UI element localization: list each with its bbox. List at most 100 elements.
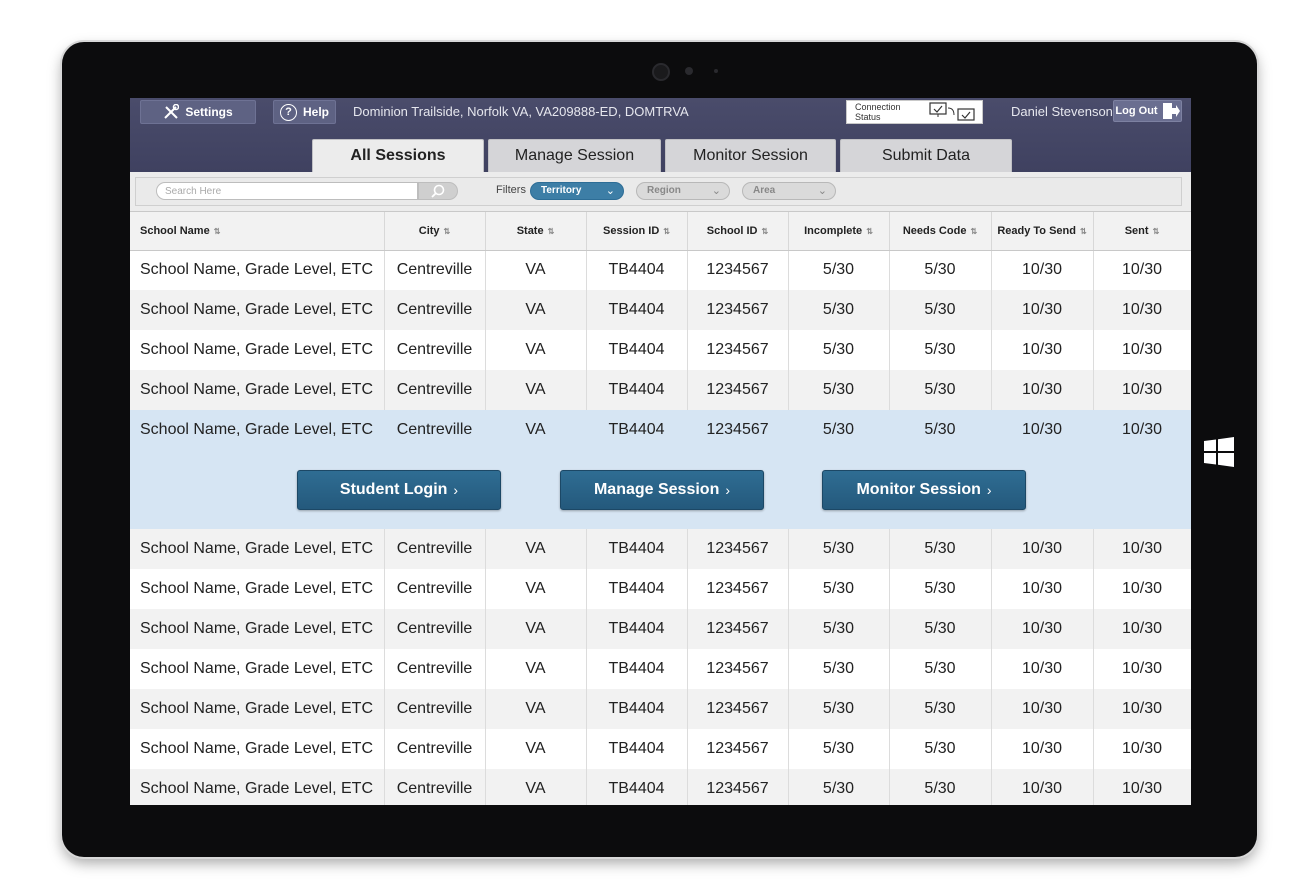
table-row[interactable]: School Name, Grade Level, ETC Centreville… — [130, 290, 1191, 330]
table-row[interactable]: School Name, Grade Level, ETC Centreville… — [130, 689, 1191, 729]
territory-dropdown[interactable]: Territory ⌄ — [530, 182, 624, 200]
cell-ready-to-send: 10/30 — [991, 330, 1094, 370]
cell-school-id: 1234567 — [687, 290, 789, 330]
sort-arrows-icon[interactable]: ⇅ — [970, 227, 977, 236]
cell-school-id: 1234567 — [687, 370, 789, 410]
column-header-label: State — [516, 224, 544, 237]
cell-session-id: TB4404 — [586, 729, 688, 769]
connection-status[interactable]: Connection Status — [846, 100, 983, 124]
cell-ready-to-send: 10/30 — [991, 250, 1094, 290]
cell-state: VA — [485, 609, 587, 649]
cell-needs-code: 5/30 — [889, 290, 992, 330]
cell-state: VA — [485, 769, 587, 805]
column-header-school-name[interactable]: School Name ⇅ — [130, 212, 385, 251]
cell-state: VA — [485, 649, 587, 689]
sort-arrows-icon[interactable]: ⇅ — [1080, 227, 1087, 236]
region-dropdown[interactable]: Region ⌄ — [636, 182, 730, 200]
cell-sent: 10/30 — [1093, 649, 1191, 689]
cell-city: Centreville — [384, 569, 486, 609]
tab-monitor-session[interactable]: Monitor Session — [665, 139, 836, 172]
cell-state: VA — [485, 250, 587, 290]
cell-city: Centreville — [384, 529, 486, 569]
manage-session-button[interactable]: Manage Session › — [560, 470, 764, 510]
table-row[interactable]: School Name, Grade Level, ETC Centreville… — [130, 250, 1191, 290]
search-input[interactable] — [156, 182, 418, 200]
cell-ready-to-send: 10/30 — [991, 290, 1094, 330]
tab-submit-data[interactable]: Submit Data — [840, 139, 1012, 172]
tab-manage-session[interactable]: Manage Session — [488, 139, 661, 172]
monitor-session-button[interactable]: Monitor Session › — [822, 470, 1026, 510]
chevron-down-icon: ⌄ — [711, 185, 721, 197]
cell-city: Centreville — [384, 689, 486, 729]
table-row[interactable]: School Name, Grade Level, ETC Centreville… — [130, 410, 1191, 450]
chevron-down-icon: ⌄ — [605, 185, 615, 197]
sort-arrows-icon[interactable]: ⇅ — [866, 227, 873, 236]
area-dropdown-label: Area — [753, 185, 776, 196]
sort-arrows-icon[interactable]: ⇅ — [214, 227, 221, 236]
column-header-ready-to-send[interactable]: Ready To Send ⇅ — [991, 212, 1094, 251]
tools-icon — [164, 104, 180, 119]
table-row[interactable]: School Name, Grade Level, ETC Centreville… — [130, 569, 1191, 609]
help-button[interactable]: ? Help — [273, 100, 336, 124]
table-row[interactable]: School Name, Grade Level, ETC Centreville… — [130, 769, 1191, 805]
student-login-button[interactable]: Student Login › — [297, 470, 501, 510]
area-dropdown[interactable]: Area ⌄ — [742, 182, 836, 200]
cell-school-id: 1234567 — [687, 410, 789, 450]
column-header-city[interactable]: City ⇅ — [384, 212, 486, 251]
column-header-label: School Name — [140, 224, 210, 237]
cell-ready-to-send: 10/30 — [991, 370, 1094, 410]
search-button[interactable] — [418, 182, 458, 200]
column-header-label: Sent — [1124, 224, 1149, 237]
column-header-label: Ready To Send — [997, 224, 1076, 237]
cell-ready-to-send: 10/30 — [991, 529, 1094, 569]
cell-school-name: School Name, Grade Level, ETC — [130, 729, 385, 769]
cell-school-name: School Name, Grade Level, ETC — [130, 649, 385, 689]
column-header-session-id[interactable]: Session ID ⇅ — [586, 212, 688, 251]
sort-arrows-icon[interactable]: ⇅ — [444, 227, 451, 236]
chevron-right-icon: › — [986, 482, 992, 498]
table-row[interactable]: School Name, Grade Level, ETC Centreville… — [130, 529, 1191, 569]
cell-school-id: 1234567 — [687, 609, 789, 649]
cell-ready-to-send: 10/30 — [991, 609, 1094, 649]
territory-dropdown-label: Territory — [541, 185, 582, 196]
settings-button[interactable]: Settings — [140, 100, 256, 124]
cell-sent: 10/30 — [1093, 729, 1191, 769]
column-header-school-id[interactable]: School ID ⇅ — [687, 212, 789, 251]
cell-sent: 10/30 — [1093, 370, 1191, 410]
cell-state: VA — [485, 689, 587, 729]
table-row[interactable]: School Name, Grade Level, ETC Centreville… — [130, 609, 1191, 649]
tab-all-sessions[interactable]: All Sessions — [312, 139, 484, 172]
app-screen: Settings ? Help Dominion Trailside, Norf… — [130, 98, 1191, 805]
camera-sensor — [685, 67, 693, 75]
cell-state: VA — [485, 529, 587, 569]
connection-status-label: Connection Status — [855, 102, 901, 122]
column-header-needs-code[interactable]: Needs Code ⇅ — [889, 212, 992, 251]
action-button-label: Student Login — [339, 481, 448, 498]
sort-arrows-icon[interactable]: ⇅ — [548, 227, 555, 236]
cell-incomplete: 5/30 — [788, 529, 890, 569]
table-row[interactable]: School Name, Grade Level, ETC Centreville… — [130, 330, 1191, 370]
cell-ready-to-send: 10/30 — [991, 729, 1094, 769]
table-row[interactable]: School Name, Grade Level, ETC Centreville… — [130, 649, 1191, 689]
cell-state: VA — [485, 370, 587, 410]
windows-logo-icon[interactable] — [1204, 437, 1234, 467]
camera-lens — [652, 63, 670, 81]
column-header-state[interactable]: State ⇅ — [485, 212, 587, 251]
table-row[interactable]: School Name, Grade Level, ETC Centreville… — [130, 370, 1191, 410]
cell-needs-code: 5/30 — [889, 729, 992, 769]
sort-arrows-icon[interactable]: ⇅ — [663, 227, 670, 236]
cell-session-id: TB4404 — [586, 290, 688, 330]
cell-session-id: TB4404 — [586, 370, 688, 410]
logout-button[interactable]: Log Out — [1113, 100, 1182, 122]
column-header-sent[interactable]: Sent ⇅ — [1093, 212, 1191, 251]
cell-school-name: School Name, Grade Level, ETC — [130, 609, 385, 649]
cell-needs-code: 5/30 — [889, 250, 992, 290]
cell-city: Centreville — [384, 769, 486, 805]
column-header-label: Needs Code — [902, 224, 967, 237]
cell-city: Centreville — [384, 729, 486, 769]
column-header-incomplete[interactable]: Incomplete ⇅ — [788, 212, 890, 251]
sort-arrows-icon[interactable]: ⇅ — [1153, 227, 1160, 236]
sort-arrows-icon[interactable]: ⇅ — [762, 227, 769, 236]
table-row[interactable]: School Name, Grade Level, ETC Centreville… — [130, 729, 1191, 769]
cell-session-id: TB4404 — [586, 769, 688, 805]
